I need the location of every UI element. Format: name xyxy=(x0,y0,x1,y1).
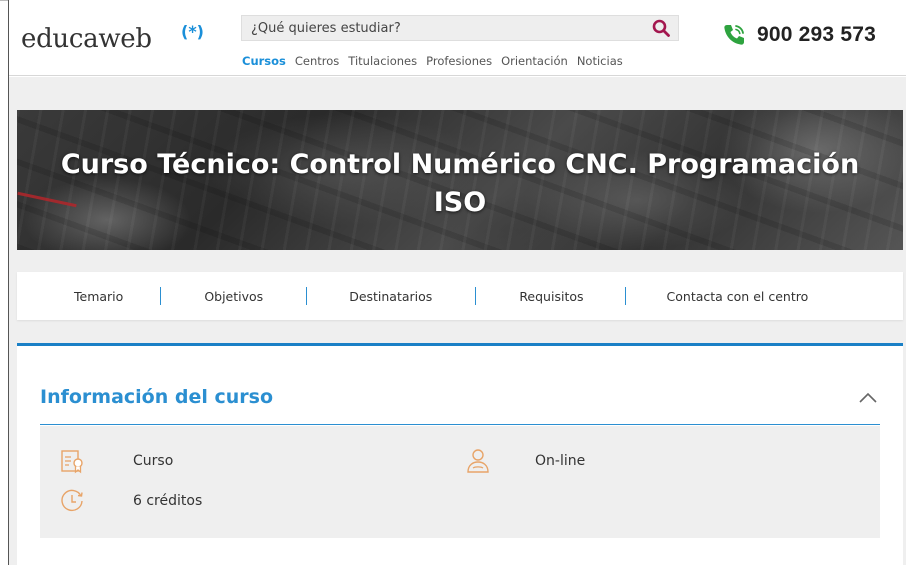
section-tabs: Temario Objetivos Destinatarios Requisit… xyxy=(17,272,903,320)
search-button[interactable] xyxy=(648,17,674,39)
course-title: Curso Técnico: Control Numérico CNC. Pro… xyxy=(60,149,860,218)
search-box xyxy=(241,15,679,41)
certificate-icon xyxy=(57,446,87,476)
search-input[interactable] xyxy=(242,16,642,40)
logo-text[interactable]: educaweb xyxy=(21,24,152,54)
window-left-border xyxy=(8,0,9,565)
course-info-body: Curso On-line 6 créditos xyxy=(40,426,880,538)
phone-number[interactable]: 900 293 573 xyxy=(757,23,876,47)
tab-contacta[interactable]: Contacta con el centro xyxy=(667,289,809,304)
chevron-up-icon xyxy=(859,392,877,403)
nav-item-cursos[interactable]: Cursos xyxy=(242,54,286,68)
info-credits-value: 6 créditos xyxy=(133,493,203,509)
info-modality-value: On-line xyxy=(535,453,586,469)
tab-requisitos[interactable]: Requisitos xyxy=(519,289,583,304)
tab-destinatarios[interactable]: Destinatarios xyxy=(349,289,432,304)
nav-item-profesiones[interactable]: Profesiones xyxy=(426,54,492,68)
nav-item-noticias[interactable]: Noticias xyxy=(577,54,623,68)
phone-icon xyxy=(724,25,744,45)
info-type-value: Curso xyxy=(133,453,174,469)
clock-icon xyxy=(57,486,87,516)
nav-item-orientacion[interactable]: Orientación xyxy=(501,54,568,68)
collapse-button[interactable] xyxy=(856,386,880,410)
tab-objetivos[interactable]: Objetivos xyxy=(204,289,263,304)
info-item-credits: 6 créditos xyxy=(57,486,202,516)
info-item-type: Curso xyxy=(57,446,173,476)
main-nav: Cursos Centros Titulaciones Profesiones … xyxy=(242,54,632,68)
course-info-panel: Información del curso Curso On-line 6 cr… xyxy=(17,343,903,565)
nav-item-centros[interactable]: Centros xyxy=(295,54,339,68)
search-icon xyxy=(652,19,670,37)
nav-item-titulaciones[interactable]: Titulaciones xyxy=(348,54,417,68)
user-icon xyxy=(463,446,493,476)
tab-temario[interactable]: Temario xyxy=(74,289,123,304)
tab-divider xyxy=(475,287,477,305)
course-info-header[interactable]: Información del curso xyxy=(40,370,880,425)
phone-contact[interactable]: 900 293 573 xyxy=(721,22,876,48)
course-info-title: Información del curso xyxy=(40,386,274,408)
logo-mark: (*) xyxy=(181,22,204,41)
site-header: educaweb (*) Cursos Centros Titulaciones… xyxy=(9,0,906,76)
tab-divider xyxy=(624,287,626,305)
tab-divider xyxy=(306,287,308,305)
hero-banner: Curso Técnico: Control Numérico CNC. Pro… xyxy=(17,110,903,250)
tab-divider xyxy=(160,287,162,305)
info-item-modality: On-line xyxy=(463,446,585,476)
